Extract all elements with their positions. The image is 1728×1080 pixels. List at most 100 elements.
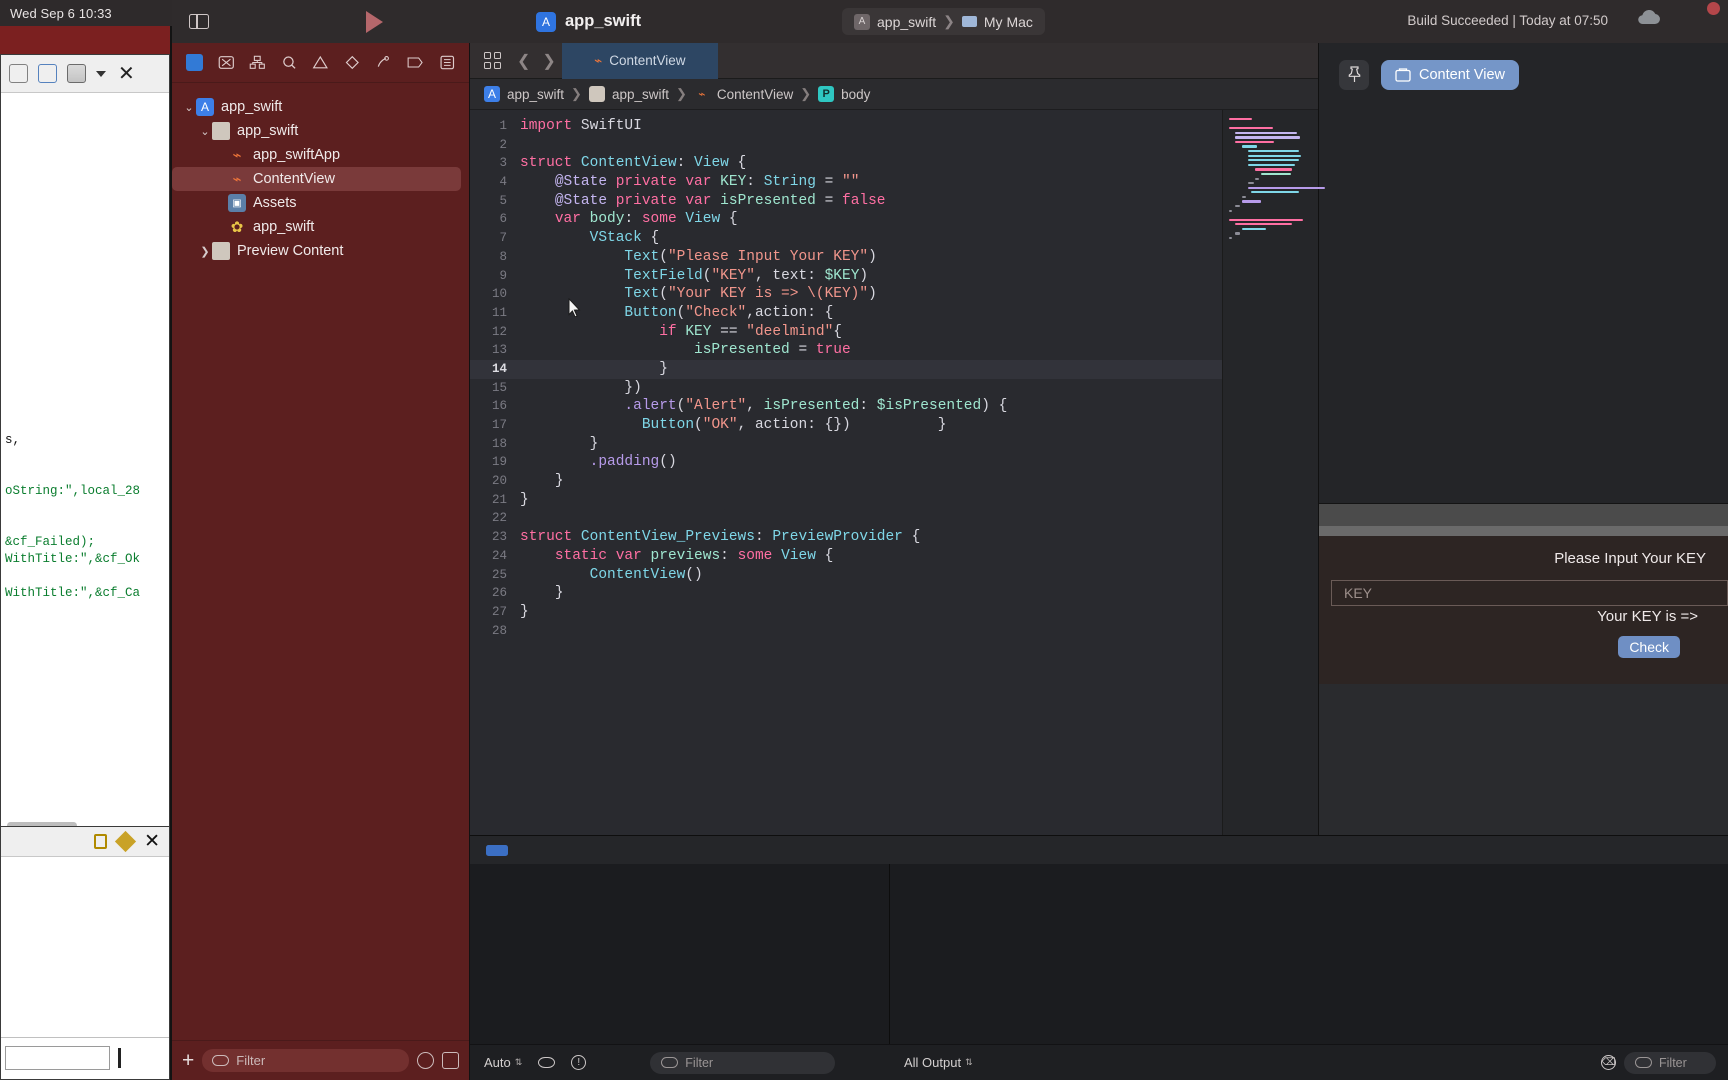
code-line[interactable]: 17 Button("OK", action: {}) } xyxy=(470,416,1222,435)
code-line[interactable]: 25 ContentView() xyxy=(470,566,1222,585)
navigator-filter-field[interactable]: Filter xyxy=(202,1049,409,1072)
cloud-icon[interactable] xyxy=(1636,10,1662,26)
code-line[interactable]: 7 VStack { xyxy=(470,229,1222,248)
close-icon[interactable]: ✕ xyxy=(118,64,135,84)
sidebar-toggle-button[interactable] xyxy=(172,0,226,43)
chevron-right-icon[interactable]: ❯ xyxy=(198,245,212,258)
debug-variables-pane[interactable] xyxy=(470,864,890,1044)
lock-icon[interactable] xyxy=(94,834,108,849)
auto-scope-selector[interactable]: Auto ⇅ xyxy=(484,1055,522,1070)
tab-contentview[interactable]: ⌁ ContentView xyxy=(561,42,718,79)
chevron-right-icon: ❯ xyxy=(800,86,812,101)
code-line[interactable]: 8 Text("Please Input Your KEY") xyxy=(470,248,1222,267)
chevron-left-icon[interactable]: ❮ xyxy=(511,51,536,71)
background-window-editor[interactable]: ✕ s, oString:",local_28 &cf_Failed); Wit… xyxy=(0,54,170,840)
project-icon: A xyxy=(196,98,214,116)
debug-icon[interactable] xyxy=(375,54,392,71)
breadcrumb-item-2[interactable]: ContentView xyxy=(717,87,793,102)
open-icon[interactable] xyxy=(9,64,28,83)
code-line[interactable]: 5 @State private var isPresented = false xyxy=(470,192,1222,211)
code-line[interactable]: 28 xyxy=(470,622,1222,641)
hierarchy-icon[interactable] xyxy=(249,54,266,71)
code-line[interactable]: 18 } xyxy=(470,435,1222,454)
xcode-window: A app_swift A app_swift ❯ My Mac Build S… xyxy=(172,0,1728,1080)
sidebar-item-app-swift[interactable]: ⌄ app_swift xyxy=(172,119,469,143)
preview-check-button[interactable]: Check xyxy=(1618,635,1680,658)
code-line[interactable]: 11 Button("Check",action: { xyxy=(470,304,1222,323)
code-line[interactable]: 6 var body: some View { xyxy=(470,210,1222,229)
pin-preview-button[interactable] xyxy=(1339,59,1369,90)
sidebar-item-app-swift[interactable]: ✿ app_swift xyxy=(172,215,469,239)
debug-console-pane[interactable] xyxy=(890,864,1728,1044)
split-icon[interactable] xyxy=(442,1052,459,1069)
code-line[interactable]: 13 isPresented = true xyxy=(470,341,1222,360)
sidebar-item-assets[interactable]: ▣ Assets xyxy=(172,191,469,215)
bg-code-line: WithTitle:",&cf_Ok xyxy=(5,552,141,566)
code-line[interactable]: 23 struct ContentView_Previews: PreviewPr… xyxy=(470,528,1222,547)
breadcrumb-item-3[interactable]: body xyxy=(841,87,870,102)
code-line[interactable]: 2 xyxy=(470,136,1222,155)
chevron-down-icon[interactable] xyxy=(96,70,106,77)
code-line[interactable]: 19 .padding() xyxy=(470,453,1222,472)
breadcrumb-item-0[interactable]: app_swift xyxy=(507,87,564,102)
sidebar-item-contentview[interactable]: ⌁ ContentView xyxy=(172,167,461,191)
output-scope-label: All Output xyxy=(904,1055,962,1070)
chevron-right-icon[interactable]: ❯ xyxy=(536,51,561,71)
code-line[interactable]: 9 TextField("KEY", text: $KEY) xyxy=(470,267,1222,286)
code-line[interactable]: 3 struct ContentView: View { xyxy=(470,154,1222,173)
code-line[interactable]: 15 }) xyxy=(470,379,1222,398)
variables-filter-field[interactable]: Filter xyxy=(650,1051,836,1074)
sidebar-item-app-swift[interactable]: ⌄ Aapp_swift xyxy=(172,95,469,119)
code-line[interactable]: 14 } xyxy=(470,359,1222,379)
scheme-destination-selector[interactable]: A app_swift ❯ My Mac xyxy=(842,8,1045,35)
swift-icon: ⌁ xyxy=(594,52,603,68)
code-line[interactable]: 20 } xyxy=(470,472,1222,491)
code-text: .padding() xyxy=(589,454,677,471)
folder-icon[interactable] xyxy=(186,54,203,71)
preview-selector[interactable]: Content View xyxy=(1381,59,1519,90)
code-line[interactable]: 1 import SwiftUI xyxy=(470,117,1222,136)
window-close-button[interactable] xyxy=(1707,2,1720,15)
info-icon[interactable]: ! xyxy=(571,1055,587,1070)
run-button[interactable] xyxy=(226,0,522,43)
preview-key-textfield[interactable]: KEY xyxy=(1331,579,1728,606)
code-line[interactable]: 4 @State private var KEY: String = "" xyxy=(470,173,1222,192)
warning-icon[interactable] xyxy=(312,54,329,71)
paste-icon[interactable] xyxy=(67,64,86,83)
close-icon[interactable]: ✕ xyxy=(144,832,160,851)
search-icon[interactable] xyxy=(281,54,298,71)
code-line[interactable]: 24 static var previews: some View { xyxy=(470,547,1222,566)
grid-icon[interactable] xyxy=(484,52,501,69)
code-line[interactable]: 21} xyxy=(470,491,1222,510)
breakpoint-icon[interactable] xyxy=(407,54,424,71)
add-file-button[interactable]: + xyxy=(182,1050,194,1071)
minimap-line xyxy=(1254,177,1260,180)
source-control-icon[interactable] xyxy=(218,54,235,71)
background-console-input[interactable] xyxy=(5,1045,110,1070)
code-line[interactable]: 22 xyxy=(470,509,1222,528)
console-filter-field[interactable]: Filter xyxy=(1624,1051,1716,1074)
clock-icon[interactable] xyxy=(417,1052,434,1069)
chevron-down-icon[interactable]: ⌄ xyxy=(198,125,212,138)
code-line[interactable]: 10 Text("Your KEY is => \(KEY)") xyxy=(470,285,1222,304)
line-number: 6 xyxy=(499,212,507,227)
code-line[interactable]: 16 .alert("Alert", isPresented: $isPrese… xyxy=(470,397,1222,416)
breadcrumb-item-1[interactable]: app_swift xyxy=(612,87,669,102)
report-icon[interactable] xyxy=(439,54,456,71)
trash-icon[interactable]: ⌫ xyxy=(1601,1055,1616,1070)
sidebar-item-preview-content[interactable]: ❯ Preview Content xyxy=(172,239,469,263)
test-icon[interactable] xyxy=(344,54,361,71)
edit-icon[interactable] xyxy=(38,64,57,83)
code-line[interactable]: 12 if KEY == "deelmind"{ xyxy=(470,323,1222,342)
chevron-down-icon[interactable]: ⌄ xyxy=(182,101,196,114)
highlighter-icon[interactable] xyxy=(114,830,137,853)
code-line[interactable]: 27} xyxy=(470,603,1222,622)
code-line[interactable]: 26 } xyxy=(470,584,1222,603)
output-scope-selector[interactable]: All Output ⇅ xyxy=(904,1055,973,1070)
eye-icon[interactable] xyxy=(538,1057,556,1068)
sidebar-item-app-swiftapp[interactable]: ⌁ app_swiftApp xyxy=(172,143,469,167)
background-window-console[interactable]: ✕ xyxy=(0,826,170,1080)
debug-bar-chip[interactable] xyxy=(486,844,508,856)
minimap-line xyxy=(1229,209,1232,212)
app-preview-content[interactable]: Please Input Your KEY KEY Your KEY is =>… xyxy=(1319,535,1728,684)
